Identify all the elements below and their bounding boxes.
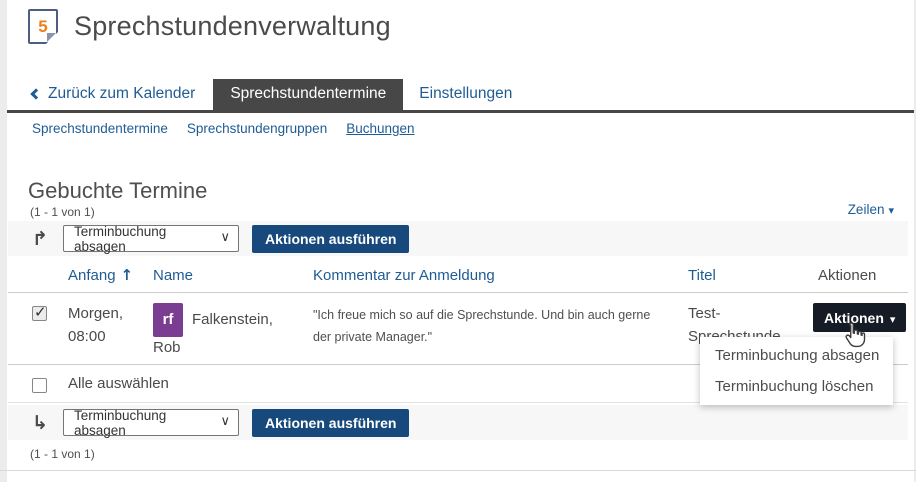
- column-header-name-label: Name: [153, 267, 193, 284]
- table-header-row: Anfang ↑ Name Kommentar zur Anmeldung Tit…: [8, 258, 908, 293]
- subnav-sprechstundengruppen[interactable]: Sprechstundengruppen: [187, 121, 327, 136]
- tab-sprechstundentermine[interactable]: Sprechstundentermine: [213, 79, 403, 110]
- column-header-kommentar-label: Kommentar zur Anmeldung: [313, 267, 495, 284]
- row-actions-button-label: Aktionen: [824, 310, 884, 326]
- column-header-name[interactable]: Name: [153, 267, 313, 284]
- tab-einstellungen[interactable]: Einstellungen: [403, 79, 528, 110]
- avatar: rf: [153, 303, 183, 337]
- column-header-titel-label: Titel: [688, 267, 716, 284]
- rows-dropdown[interactable]: Zeilen▾: [848, 202, 894, 217]
- cell-anfang: Morgen, 08:00: [68, 303, 153, 348]
- menu-item-terminbuchung-absagen[interactable]: Terminbuchung absagen: [700, 340, 893, 371]
- tab-settings-label: Einstellungen: [419, 85, 512, 102]
- execute-actions-button-bottom[interactable]: Aktionen ausführen: [252, 409, 409, 437]
- calendar-icon: 5: [28, 9, 58, 44]
- bottom-divider: [0, 470, 916, 471]
- bulk-action-select-bottom[interactable]: Terminbuchung absagen ∨: [63, 409, 239, 436]
- select-chevron-icon: ∨: [220, 230, 230, 245]
- bulk-action-bar-top: ↱ Terminbuchung absagen ∨ Aktionen ausfü…: [8, 221, 908, 256]
- column-header-kommentar[interactable]: Kommentar zur Anmeldung: [313, 267, 688, 284]
- rows-label: Zeilen: [848, 202, 885, 217]
- subnav-buchungen[interactable]: Buchungen: [346, 121, 414, 136]
- cell-kommentar: "Ich freue mich so auf die Sprechstunde.…: [313, 303, 688, 349]
- cell-aktionen: Aktionen ▾: [818, 303, 908, 332]
- app-header: 5 Sprechstundenverwaltung: [28, 9, 391, 44]
- tab-back-to-calendar[interactable]: Zurück zum Kalender: [32, 80, 207, 110]
- page-title: Sprechstundenverwaltung: [74, 11, 391, 42]
- bulk-action-select-bottom-value: Terminbuchung absagen: [74, 408, 212, 438]
- column-header-aktionen-label: Aktionen: [818, 267, 876, 284]
- page-left-gutter: [0, 0, 7, 482]
- select-all-checkbox[interactable]: [32, 378, 47, 393]
- bulk-action-select-top[interactable]: Terminbuchung absagen ∨: [63, 225, 239, 252]
- tab-back-label: Zurück zum Kalender: [48, 85, 195, 103]
- pagination-top: (1 - 1 von 1): [30, 205, 95, 219]
- row-actions-menu: Terminbuchung absagen Terminbuchung lösc…: [700, 337, 893, 405]
- bulk-action-bar-bottom: ↳ Terminbuchung absagen ∨ Aktionen ausfü…: [8, 405, 908, 440]
- caret-down-icon: ▾: [888, 204, 894, 217]
- tab-bar: Zurück zum Kalender Sprechstundentermine…: [7, 84, 914, 113]
- check-icon: ✓: [34, 303, 47, 321]
- column-header-aktionen: Aktionen: [818, 267, 908, 284]
- select-all-checkbox-cell: [32, 375, 68, 402]
- column-header-titel[interactable]: Titel: [688, 267, 818, 284]
- column-header-anfang[interactable]: Anfang ↑: [68, 266, 153, 284]
- bulk-action-select-top-value: Terminbuchung absagen: [74, 224, 212, 254]
- pagination-bottom: (1 - 1 von 1): [30, 447, 95, 461]
- row-checkbox-cell: ✓: [32, 303, 68, 321]
- calendar-icon-fold-flap: [47, 33, 56, 42]
- tab-active-label: Sprechstundentermine: [230, 85, 386, 102]
- menu-item-terminbuchung-loeschen[interactable]: Terminbuchung löschen: [700, 371, 893, 402]
- subnav-sprechstundentermine[interactable]: Sprechstundentermine: [32, 121, 168, 136]
- execute-actions-button-top[interactable]: Aktionen ausführen: [252, 225, 409, 253]
- row-checkbox[interactable]: ✓: [32, 306, 47, 321]
- select-chevron-icon: ∨: [220, 414, 230, 429]
- row-actions-button[interactable]: Aktionen ▾: [813, 303, 906, 332]
- apply-to-selection-top-icon: ↱: [32, 228, 50, 250]
- caret-down-icon: ▾: [890, 313, 896, 326]
- chevron-left-icon: [30, 88, 41, 99]
- section-title: Gebuchte Termine: [28, 178, 207, 204]
- column-header-anfang-label: Anfang: [68, 267, 116, 284]
- sort-ascending-icon: ↑: [121, 266, 134, 284]
- sub-navigation: Sprechstundentermine Sprechstundengruppe…: [32, 121, 415, 136]
- apply-to-selection-bottom-icon: ↳: [32, 412, 50, 434]
- cell-name: rfFalkenstein, Rob: [153, 303, 313, 360]
